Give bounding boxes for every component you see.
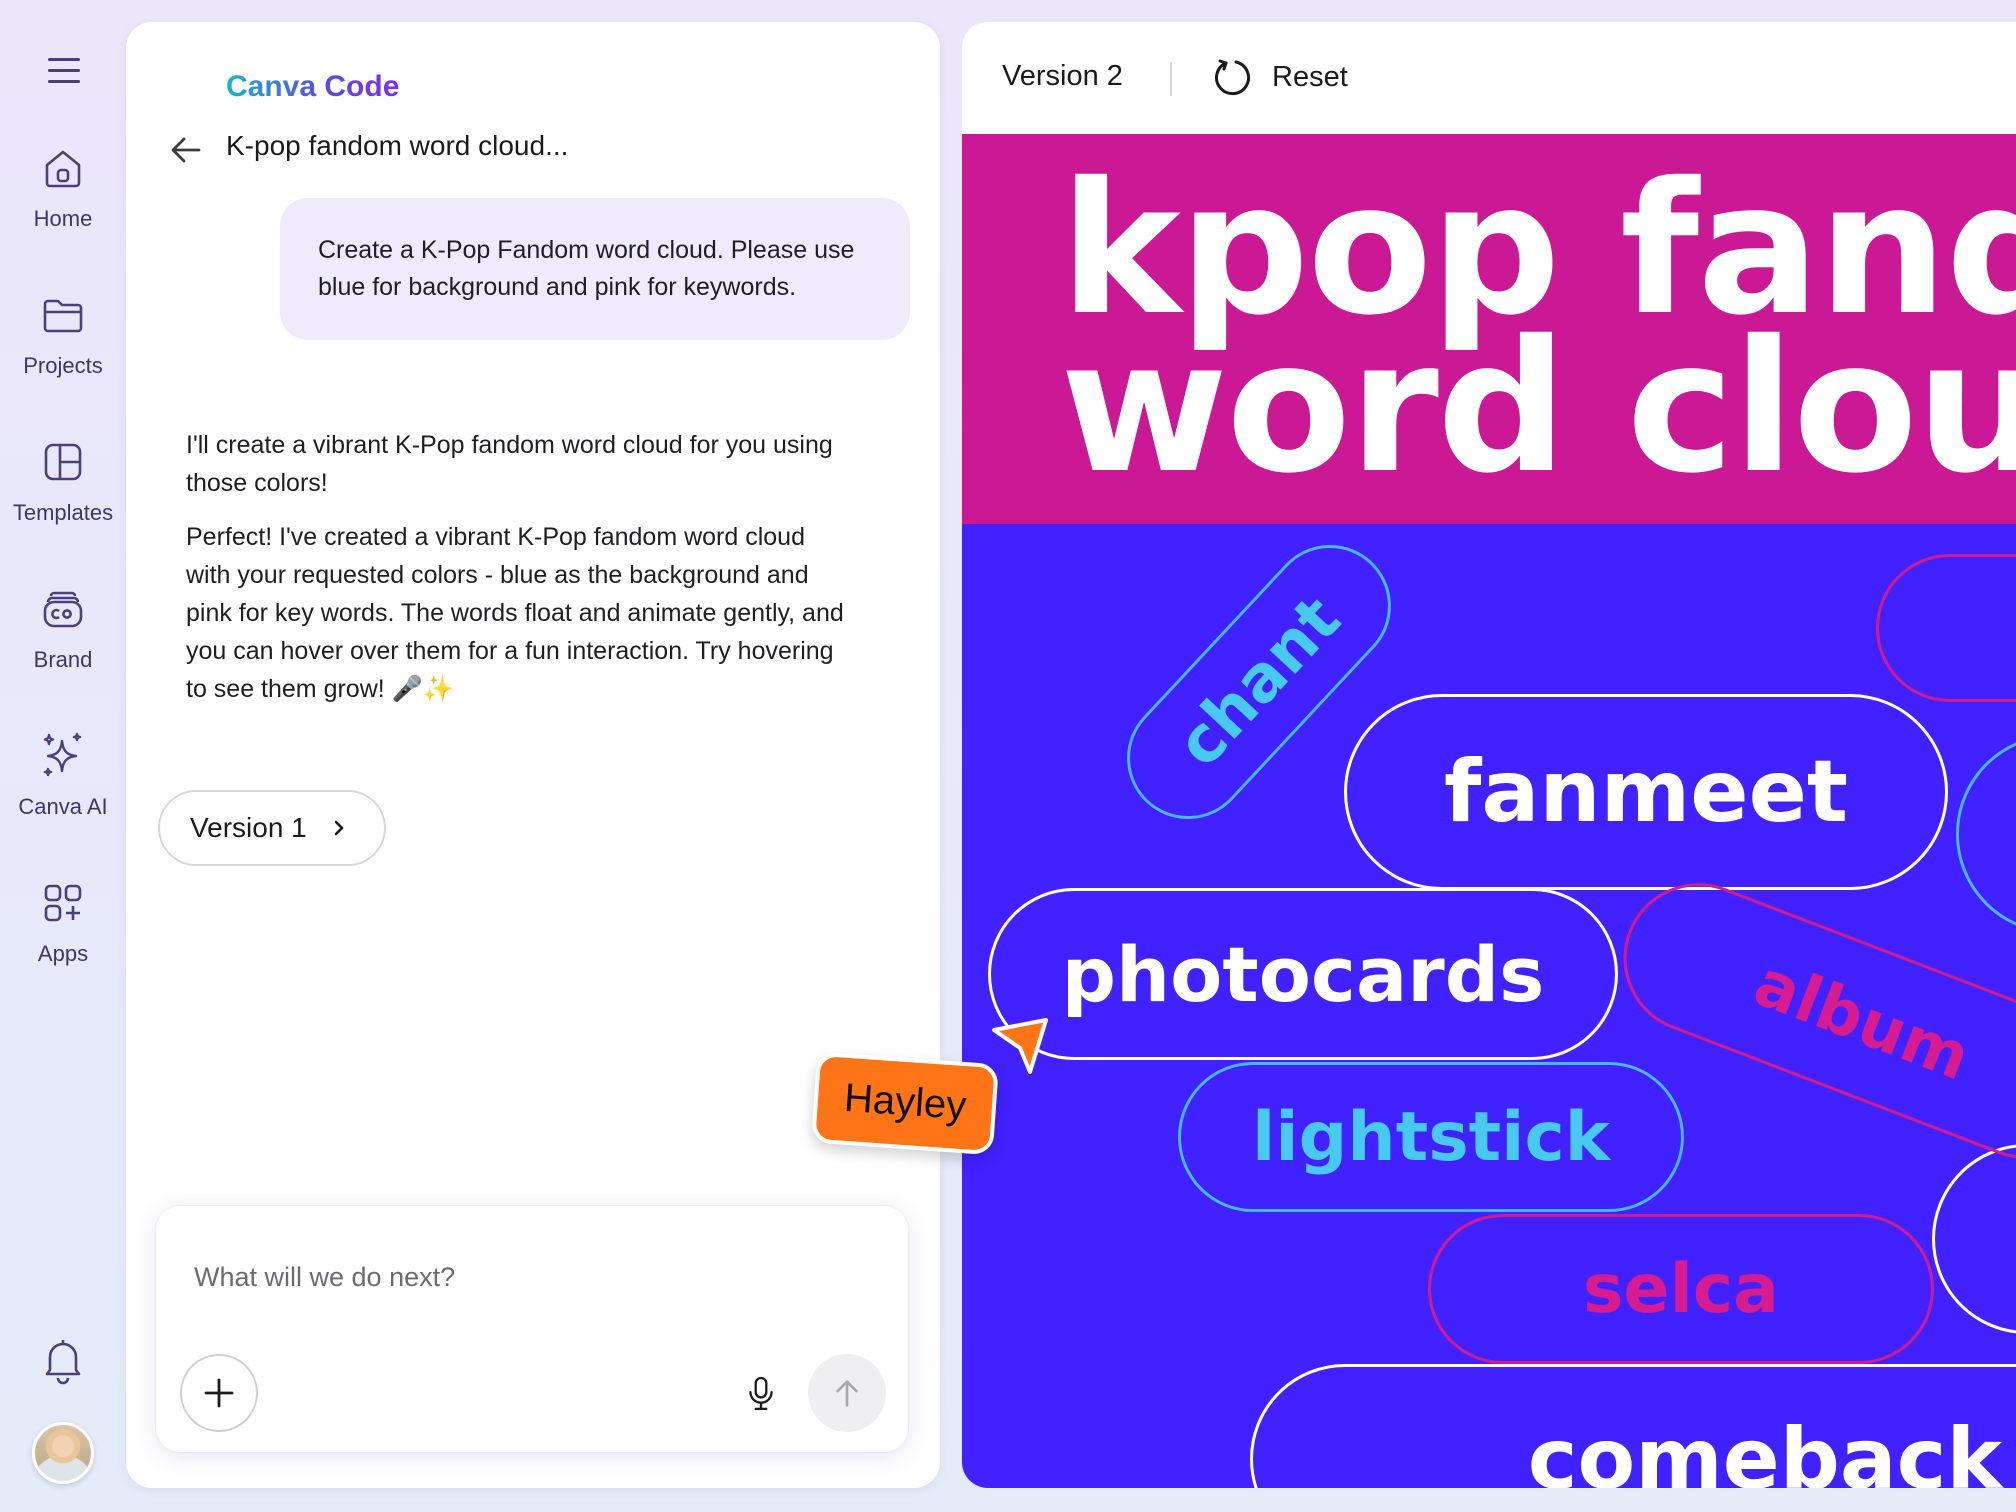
chat-panel: Canva Code K-pop fandom word cloud... Cr… [126, 22, 940, 1488]
user-avatar[interactable] [32, 1422, 94, 1484]
rail-item-apps[interactable]: Apps [0, 871, 126, 967]
word-cloud-canvas: kpop fandom word cloud chant fanmeet pho… [962, 134, 2016, 1488]
notifications-bell-icon[interactable] [38, 1334, 88, 1386]
user-message-bubble: Create a K-Pop Fandom word cloud. Please… [280, 198, 910, 340]
rail-item-label: Brand [33, 647, 93, 672]
apps-icon [31, 871, 95, 935]
rail-item-canva-ai[interactable]: Canva AI [0, 724, 126, 820]
chevron-right-icon [334, 820, 344, 836]
rail-item-label: Apps [37, 941, 89, 966]
sparkles-icon [31, 724, 95, 788]
back-arrow-icon[interactable] [166, 130, 206, 170]
version-1-button[interactable]: Version 1 [158, 790, 386, 866]
version-chip-label: Version 1 [190, 812, 307, 843]
conversation-title: K-pop fandom word cloud... [226, 130, 569, 161]
reset-label: Reset [1272, 60, 1348, 93]
folder-icon [31, 283, 95, 347]
rail-item-projects[interactable]: Projects [0, 283, 126, 379]
templates-icon [31, 430, 95, 494]
banner-title-line-2: word cloud [1060, 301, 2016, 513]
plus-icon [204, 1378, 234, 1408]
preview-toolbar: Version 2 Reset [962, 22, 2016, 134]
send-button[interactable] [808, 1354, 886, 1432]
version-label[interactable]: Version 2 [1002, 60, 1123, 93]
arrow-up-icon [836, 1380, 858, 1407]
word-pill-selca[interactable]: selca [1428, 1214, 1934, 1364]
word-pill-comeback[interactable]: comeback [1250, 1364, 2016, 1488]
rail-item-label: Canva AI [18, 794, 108, 819]
word-pill-fanmeet[interactable]: fanmeet [1344, 694, 1948, 890]
toolbar-divider [1170, 62, 1172, 96]
word-pill-partial [1876, 554, 2016, 702]
home-icon [31, 136, 95, 200]
rail-item-templates[interactable]: Templates [0, 430, 126, 526]
rail-item-label: Projects [23, 353, 103, 378]
rail-item-label: Templates [12, 500, 114, 525]
microphone-button[interactable] [734, 1366, 788, 1420]
reset-icon [1215, 59, 1250, 96]
microphone-icon [749, 1376, 773, 1411]
word-pill-partial [1932, 1144, 2016, 1334]
prompt-input[interactable] [194, 1262, 854, 1293]
left-rail: Home Projects Templates Brand Canva AI A… [0, 0, 126, 1512]
word-pill-lightstick[interactable]: lightstick [1178, 1062, 1684, 1212]
assistant-reply: I'll create a vibrant K-Pop fandom word … [186, 426, 846, 708]
rail-item-home[interactable]: Home [0, 136, 126, 232]
canva-code-title: Canva Code [226, 70, 400, 103]
add-attachment-button[interactable] [180, 1354, 258, 1432]
preview-panel: Version 2 Reset kpop fandom word cloud c… [962, 22, 2016, 1488]
title-banner: kpop fandom word cloud [962, 134, 2016, 524]
message-composer [156, 1206, 908, 1452]
brand-icon [31, 577, 95, 641]
hamburger-menu-icon[interactable] [44, 54, 84, 94]
collaborator-name-tag: Hayley [811, 1051, 1000, 1156]
reply-paragraph: I'll create a vibrant K-Pop fandom word … [186, 431, 833, 497]
rail-item-label: Home [33, 206, 93, 231]
rail-item-brand[interactable]: Brand [0, 577, 126, 673]
word-pill-photocards[interactable]: photocards [988, 888, 1618, 1060]
collaborator-cursor-icon [992, 1018, 1048, 1074]
reset-button[interactable]: Reset [1212, 52, 1348, 102]
reply-paragraph: Perfect! I've created a vibrant K-Pop fa… [186, 523, 844, 703]
